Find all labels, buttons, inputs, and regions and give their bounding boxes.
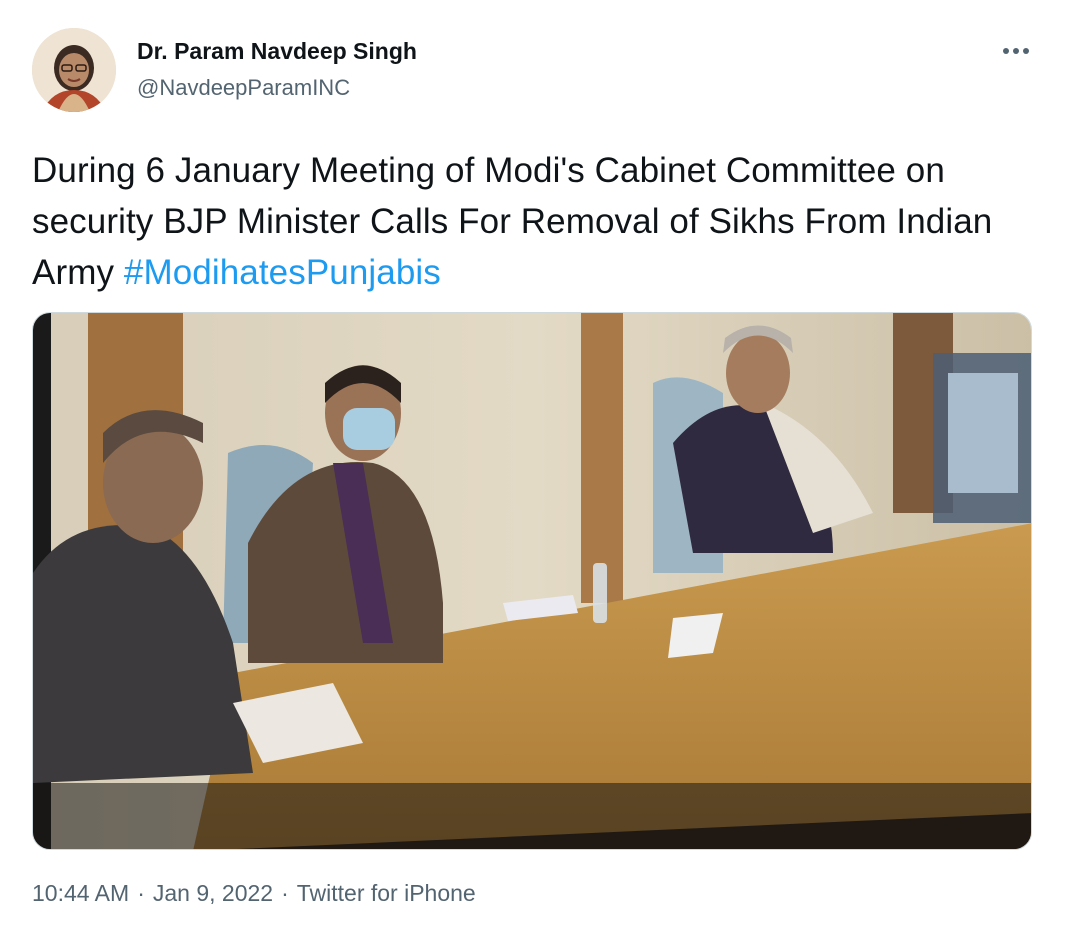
meta-separator: · [281,880,289,906]
author-handle[interactable]: @NavdeepParamINC [137,75,350,101]
meeting-photo [33,313,1031,849]
more-options-button[interactable] [996,36,1036,66]
tweet-date[interactable]: Jan 9, 2022 [153,880,273,906]
tweet-metadata: 10:44 AM · Jan 9, 2022 · Twitter for iPhone [32,880,476,907]
author-display-name[interactable]: Dr. Param Navdeep Singh [137,38,417,65]
tweet-media-image[interactable] [32,312,1032,850]
more-horizontal-icon [1003,48,1029,54]
tweet-card: Dr. Param Navdeep Singh @NavdeepParamINC… [0,0,1068,934]
tweet-time[interactable]: 10:44 AM [32,880,129,906]
avatar[interactable] [32,28,116,112]
tweet-source[interactable]: Twitter for iPhone [297,880,476,906]
avatar-image [32,28,116,112]
tweet-text: During 6 January Meeting of Modi's Cabin… [32,145,1032,298]
hashtag-link[interactable]: #ModihatesPunjabis [124,253,441,292]
meta-separator: · [137,880,145,906]
